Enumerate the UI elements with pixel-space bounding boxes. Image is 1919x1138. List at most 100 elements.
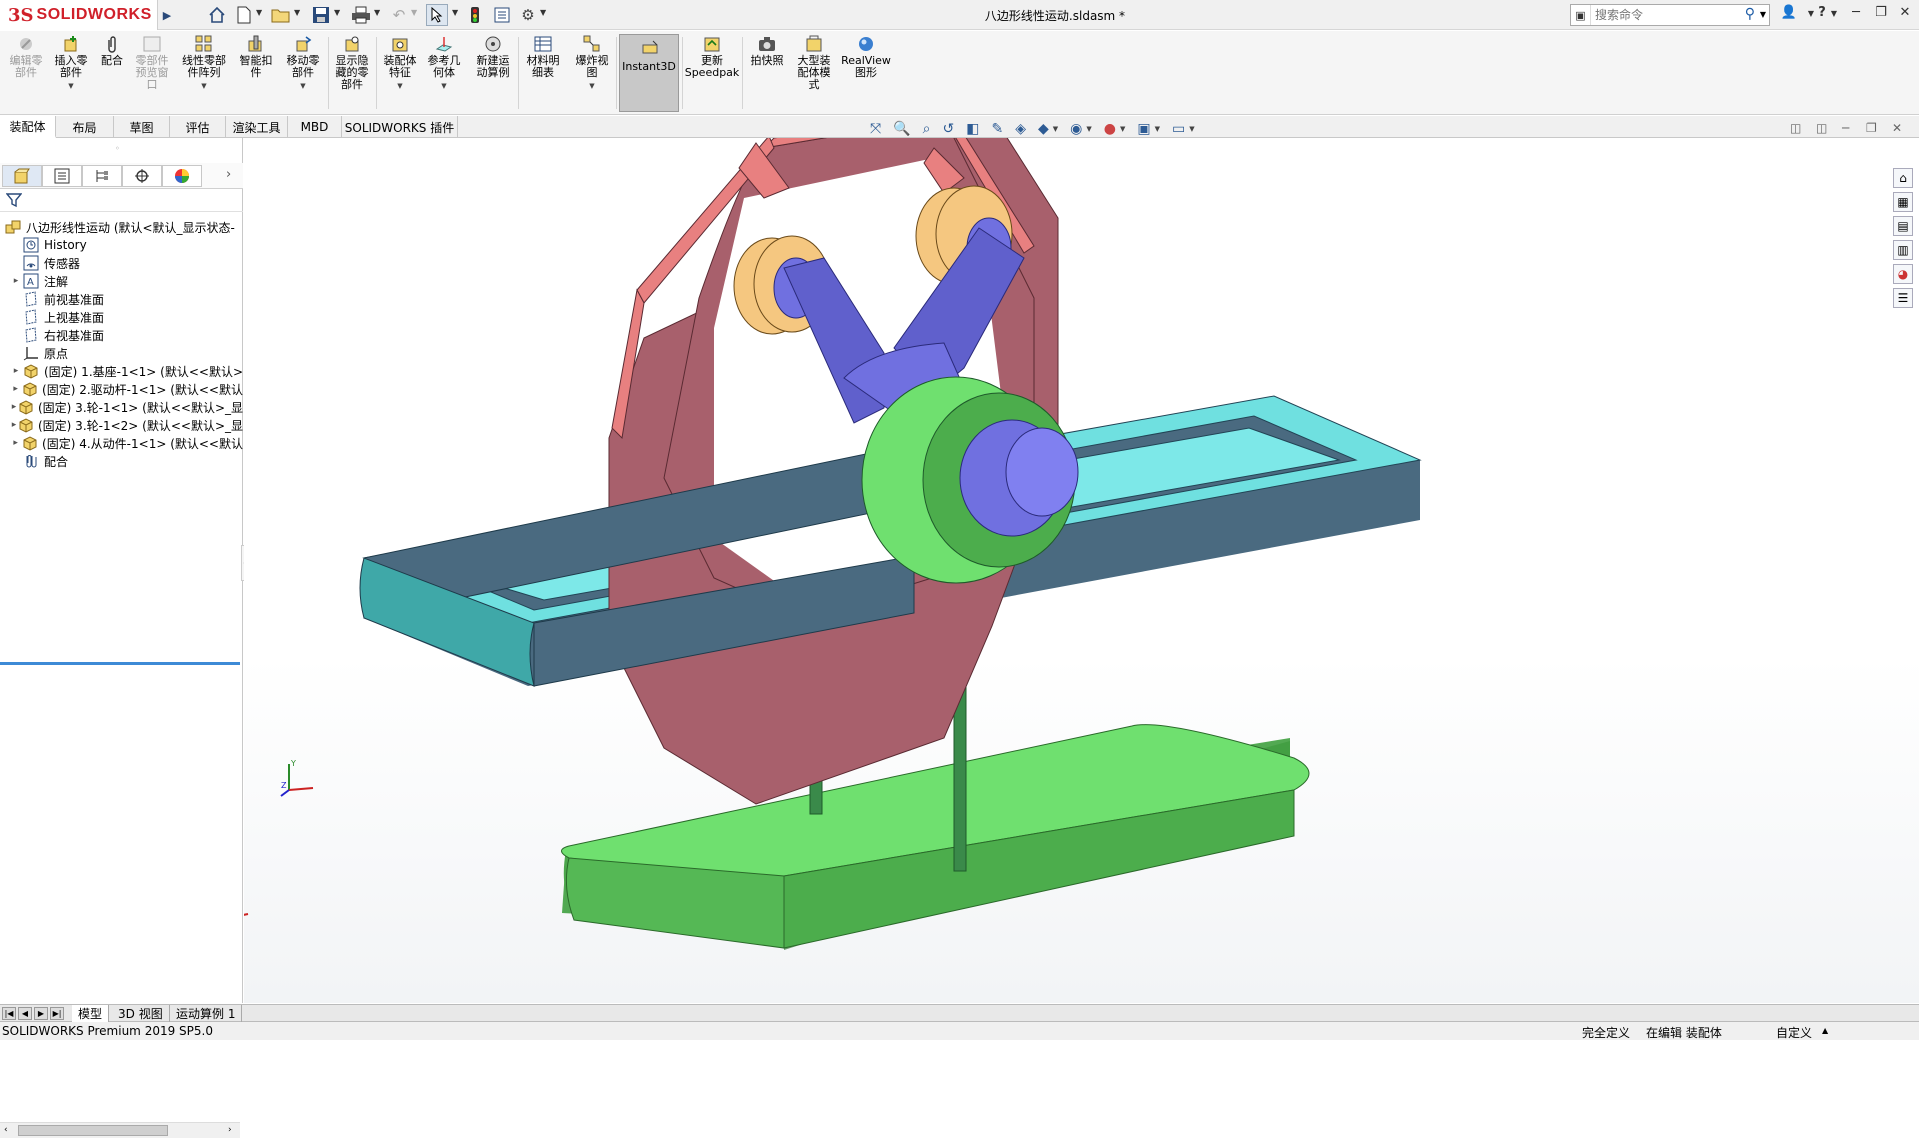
select-dropdown-icon[interactable]: ▼ bbox=[452, 8, 458, 17]
print-dropdown-icon[interactable]: ▼ bbox=[374, 8, 380, 17]
bill-of-materials-button[interactable]: 材料明 细表 bbox=[522, 35, 564, 79]
dynamic-annotation-icon[interactable]: ✎ bbox=[991, 121, 1003, 137]
feature-manager-tab-icon[interactable] bbox=[2, 165, 42, 187]
tile-right-icon[interactable]: ◫ bbox=[1816, 121, 1827, 135]
component-preview-button[interactable]: 零部件 预览窗 口 bbox=[132, 35, 172, 91]
configuration-manager-tab-icon[interactable] bbox=[82, 165, 122, 187]
assembly-features-button[interactable]: 装配体 特征 ▼ bbox=[380, 35, 420, 92]
open-dropdown-icon[interactable]: ▼ bbox=[294, 8, 300, 17]
tree-item[interactable]: 前视基准面 bbox=[0, 290, 243, 308]
view-palette-icon[interactable]: ▥ bbox=[1893, 240, 1913, 260]
undo-icon[interactable]: ↶ bbox=[388, 4, 410, 26]
display-manager-tab-icon[interactable] bbox=[162, 165, 202, 187]
tree-item[interactable]: 原点 bbox=[0, 344, 243, 362]
file-explorer-icon[interactable]: ▤ bbox=[1893, 216, 1913, 236]
rollback-bar[interactable] bbox=[0, 662, 240, 665]
display-style-icon[interactable]: ◆ bbox=[1038, 121, 1049, 137]
tree-item[interactable]: 上视基准面 bbox=[0, 308, 243, 326]
large-assembly-mode-button[interactable]: 大型装 配体模 式 bbox=[792, 35, 836, 91]
viewport-close-icon[interactable]: ✕ bbox=[1892, 121, 1902, 135]
solidworks-logo[interactable]: 3S SOLIDWORKS bbox=[0, 0, 158, 30]
dropdown-icon[interactable]: ▼ bbox=[201, 80, 206, 92]
first-tab-icon[interactable]: |◀ bbox=[2, 1007, 16, 1020]
tab-evaluate[interactable]: 评估 bbox=[170, 116, 226, 138]
hide-show-dropdown-icon[interactable]: ▼ bbox=[1086, 125, 1091, 133]
dropdown-icon[interactable]: ▼ bbox=[300, 80, 305, 92]
property-manager-tab-icon[interactable] bbox=[42, 165, 82, 187]
tree-item-component[interactable]: ▸ (固定) 2.驱动杆-1<1> (默认<<默认 bbox=[0, 380, 243, 398]
search-dropdown-icon[interactable]: ▼ bbox=[1760, 10, 1766, 19]
minimize-icon[interactable]: ─ bbox=[1845, 5, 1867, 20]
insert-component-button[interactable]: 插入零 部件 ▼ bbox=[50, 35, 92, 92]
help-dropdown-icon[interactable]: ▼ bbox=[1823, 9, 1845, 18]
print-icon[interactable] bbox=[350, 4, 372, 26]
viewport-restore-icon[interactable]: ❐ bbox=[1866, 121, 1877, 135]
section-view-icon[interactable]: ◧ bbox=[966, 121, 979, 137]
units-dropdown-icon[interactable]: ▲ bbox=[1822, 1026, 1828, 1035]
show-hidden-components-button[interactable]: 显示隐 藏的零 部件 bbox=[332, 35, 372, 91]
file-properties-icon[interactable] bbox=[492, 4, 512, 26]
exploded-view-button[interactable]: 爆炸视 图 ▼ bbox=[570, 35, 614, 92]
appearance-dropdown-icon[interactable]: ▼ bbox=[1120, 125, 1125, 133]
tree-item-component[interactable]: ▸ (固定) 3.轮-1<2> (默认<<默认>_显 bbox=[0, 416, 243, 434]
scroll-right-icon[interactable]: › bbox=[228, 1125, 232, 1135]
expand-arrow-icon[interactable]: ▸ bbox=[10, 438, 21, 448]
select-cursor-icon[interactable] bbox=[426, 4, 448, 26]
view-settings-dropdown-icon[interactable]: ▼ bbox=[1189, 125, 1194, 133]
tab-assembly[interactable]: 装配体 bbox=[0, 116, 56, 138]
filter-icon[interactable] bbox=[5, 192, 23, 211]
user-icon[interactable]: 👤 bbox=[1778, 5, 1800, 20]
hide-show-items-icon[interactable]: ◉ bbox=[1070, 121, 1082, 137]
expand-arrow-icon[interactable]: ▸ bbox=[10, 384, 21, 394]
solidworks-resources-icon[interactable]: ⌂ bbox=[1893, 168, 1913, 188]
viewport-minimize-icon[interactable]: ─ bbox=[1842, 121, 1849, 135]
next-tab-icon[interactable]: ▶ bbox=[34, 1007, 48, 1020]
edit-component-button[interactable]: 编辑零 部件 bbox=[6, 35, 46, 79]
save-icon[interactable] bbox=[310, 4, 332, 26]
home-icon[interactable] bbox=[206, 4, 228, 26]
units-custom-status[interactable]: 自定义 bbox=[1776, 1024, 1812, 1041]
dropdown-icon[interactable]: ▼ bbox=[589, 80, 594, 92]
reference-geometry-button[interactable]: 参考几 何体 ▼ bbox=[424, 35, 464, 92]
dropdown-icon[interactable]: ▼ bbox=[397, 80, 402, 92]
smart-fasteners-button[interactable]: 智能扣 件 bbox=[236, 35, 276, 79]
tree-item[interactable]: 配合 bbox=[0, 452, 243, 470]
tab-layout[interactable]: 布局 bbox=[56, 116, 114, 138]
tree-item-component[interactable]: ▸ (固定) 4.从动件-1<1> (默认<<默认 bbox=[0, 434, 243, 452]
graphics-area[interactable]: YZ bbox=[217, 111, 1919, 1003]
view-orientation-triad-icon[interactable]: ⤧ bbox=[870, 121, 881, 137]
options-gear-icon[interactable]: ⚙ bbox=[518, 4, 538, 26]
expand-arrow-icon[interactable]: ▸ bbox=[10, 402, 18, 412]
undo-dropdown-icon[interactable]: ▼ bbox=[411, 8, 417, 17]
view-settings-monitor-icon[interactable]: ▭ bbox=[1172, 121, 1185, 137]
take-snapshot-button[interactable]: 拍快照 bbox=[746, 35, 788, 67]
dropdown-icon[interactable]: ▼ bbox=[68, 80, 73, 92]
save-dropdown-icon[interactable]: ▼ bbox=[334, 8, 340, 17]
tab-sketch[interactable]: 草图 bbox=[114, 116, 170, 138]
new-dropdown-icon[interactable]: ▼ bbox=[256, 8, 262, 17]
dropdown-icon[interactable]: ▼ bbox=[441, 80, 446, 92]
edit-appearance-icon[interactable]: ● bbox=[1104, 121, 1116, 137]
horizontal-scrollbar[interactable]: ‹ › bbox=[0, 1122, 240, 1138]
tree-root-assembly[interactable]: 八边形线性运动 (默认<默认_显示状态- bbox=[0, 218, 243, 236]
tree-item-component[interactable]: ▸ (固定) 3.轮-1<1> (默认<<默认>_显 bbox=[0, 398, 243, 416]
realview-graphics-button[interactable]: RealView 图形 bbox=[840, 35, 892, 79]
tree-item[interactable]: ▸ A 注解 bbox=[0, 272, 243, 290]
expand-arrow-icon[interactable]: ▸ bbox=[10, 420, 18, 430]
restore-icon[interactable]: ❐ bbox=[1870, 5, 1892, 20]
instant3d-button[interactable]: Instant3D bbox=[619, 34, 679, 112]
linear-pattern-button[interactable]: 线性零部 件阵列 ▼ bbox=[178, 35, 230, 92]
tree-item-component[interactable]: ▸ (固定) 1.基座-1<1> (默认<<默认> bbox=[0, 362, 243, 380]
tree-item[interactable]: History bbox=[0, 236, 243, 254]
tree-item[interactable]: 传感器 bbox=[0, 254, 243, 272]
dimxpert-manager-tab-icon[interactable] bbox=[122, 165, 162, 187]
expand-arrow-icon[interactable]: ▸ bbox=[10, 276, 22, 286]
rebuild-traffic-light-icon[interactable] bbox=[468, 4, 482, 26]
scroll-left-icon[interactable]: ‹ bbox=[4, 1125, 8, 1135]
open-folder-icon[interactable] bbox=[270, 4, 292, 26]
search-commands-box[interactable]: ▣ ⚲ ▼ bbox=[1570, 4, 1770, 26]
tab-solidworks-addins[interactable]: SOLIDWORKS 插件 bbox=[342, 116, 458, 138]
zoom-to-fit-icon[interactable]: 🔍 bbox=[893, 121, 910, 137]
scroll-thumb[interactable] bbox=[18, 1125, 168, 1136]
new-motion-study-button[interactable]: 新建运 动算例 bbox=[472, 35, 514, 79]
